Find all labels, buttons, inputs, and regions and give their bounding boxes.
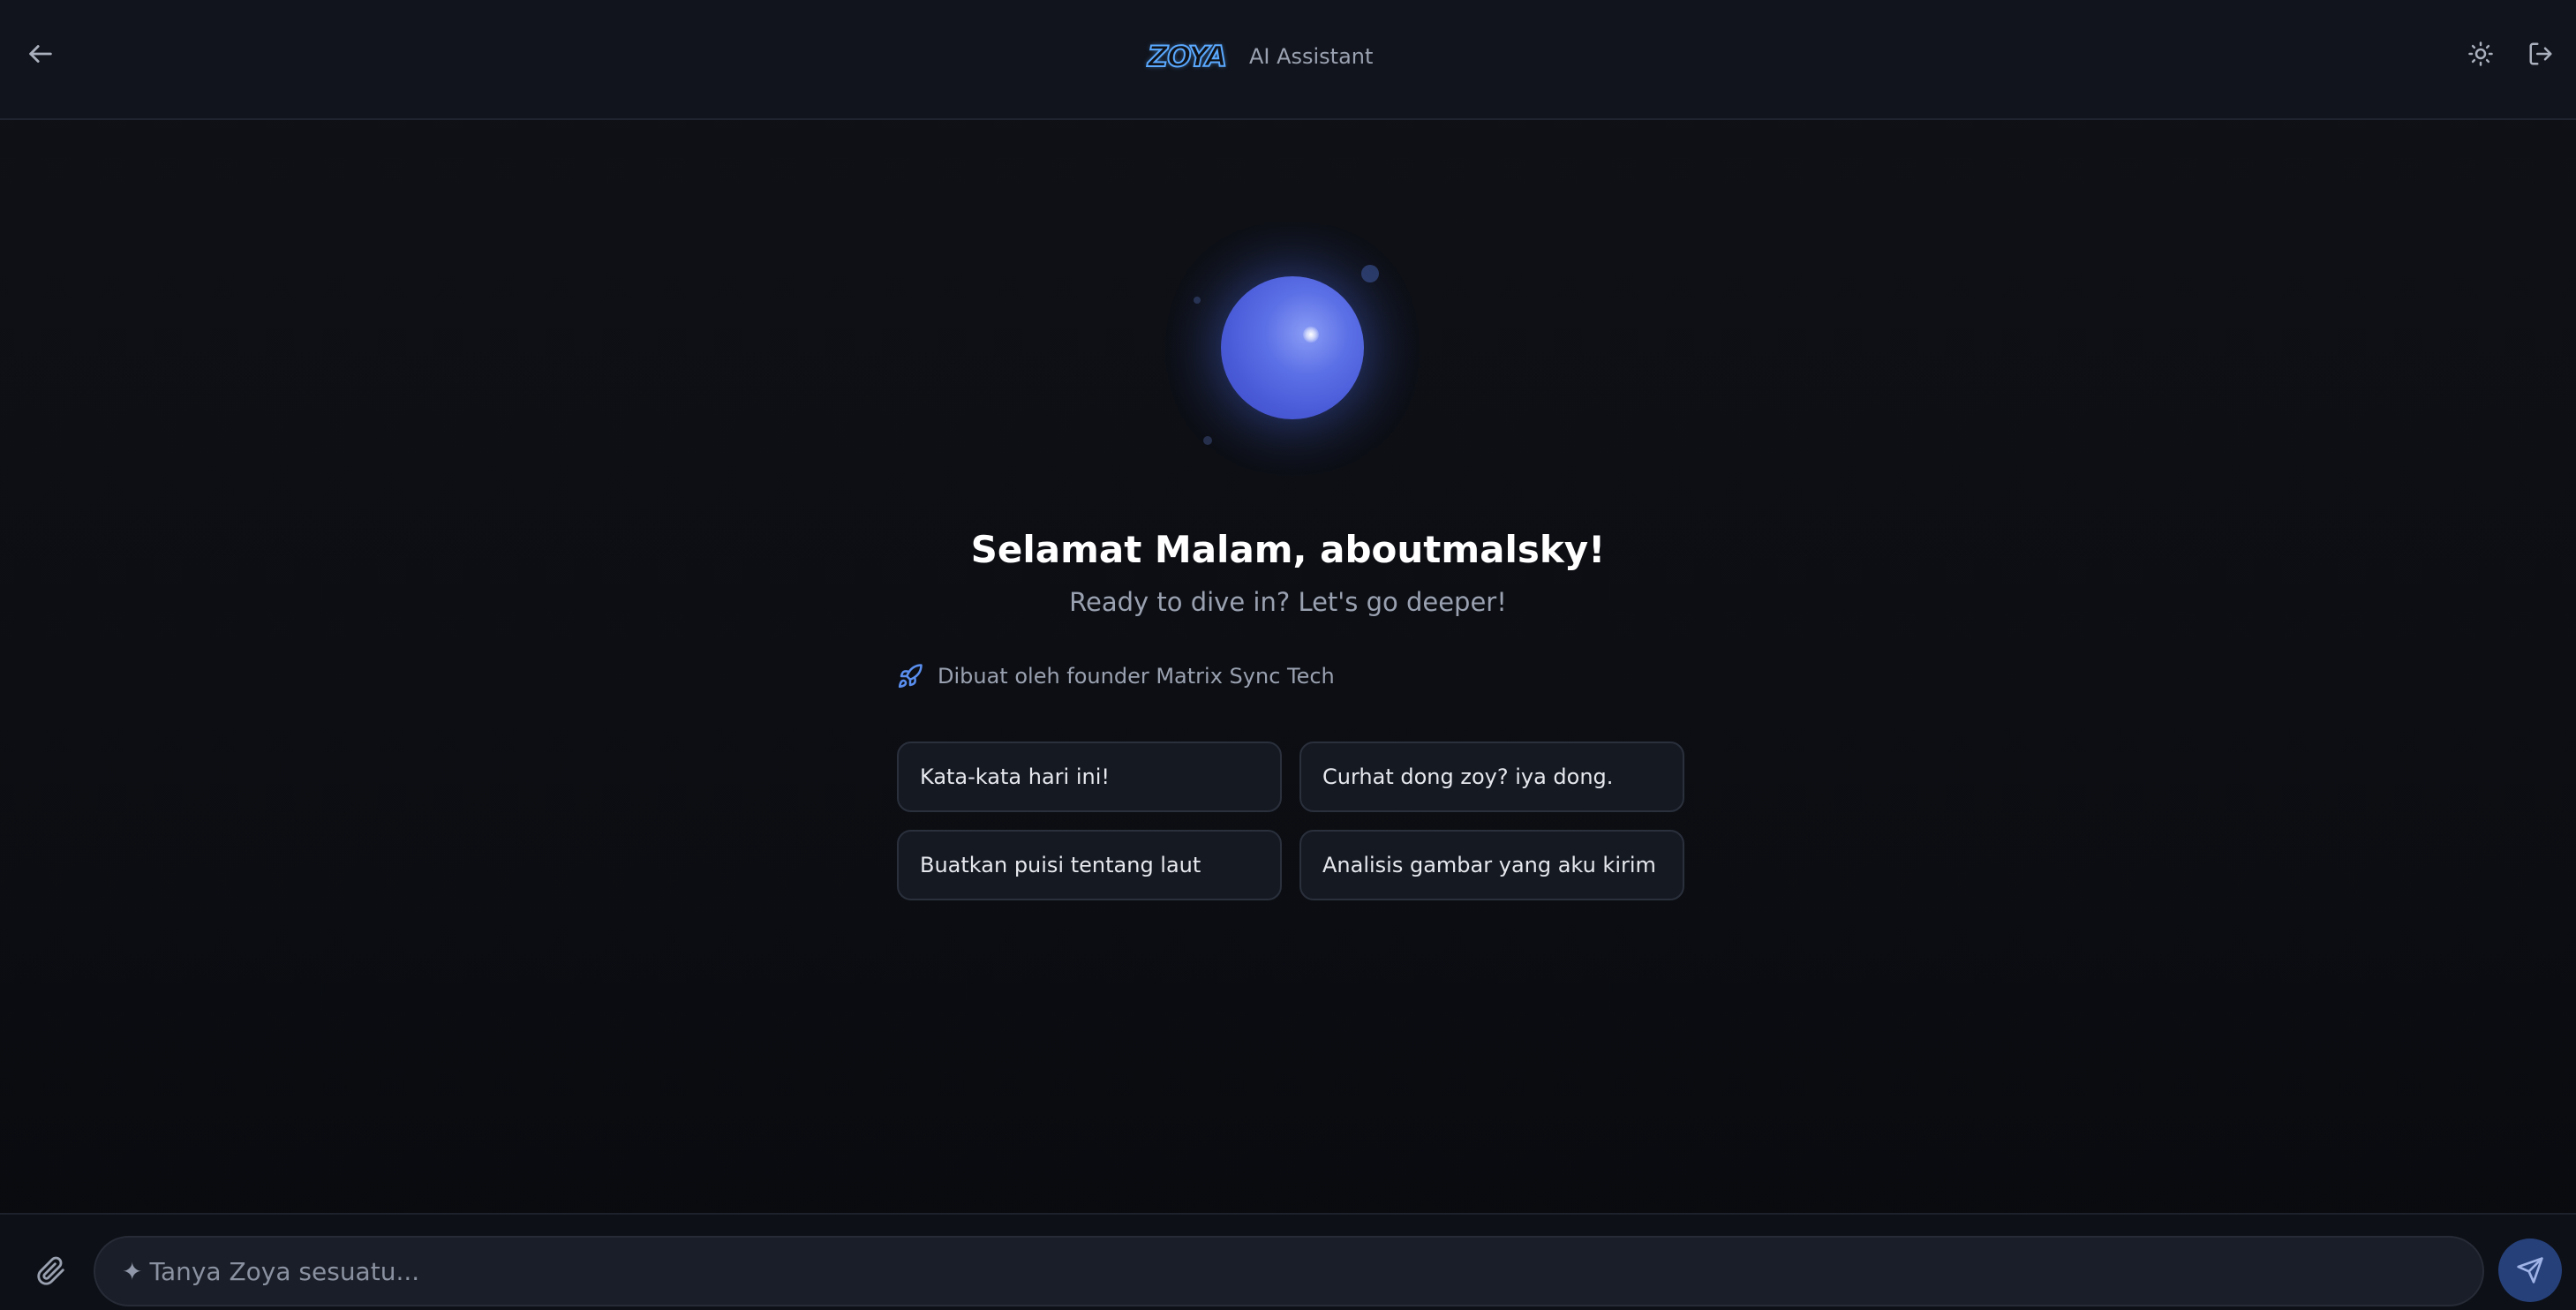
suggestion-chip[interactable]: Buatkan puisi tentang laut	[897, 830, 1282, 900]
arrow-left-icon	[29, 45, 52, 63]
credit-line: Dibuat oleh founder Matrix Sync Tech	[897, 660, 1335, 692]
sun-icon	[2468, 41, 2493, 66]
send-icon	[2517, 1257, 2543, 1284]
greeting-subtitle: Ready to dive in? Let's go deeper!	[1069, 587, 1507, 617]
header-subtitle: AI Assistant	[1248, 44, 1374, 69]
message-input[interactable]	[147, 1255, 2359, 1287]
credit-text: Dibuat oleh founder Matrix Sync Tech	[938, 664, 1335, 689]
logout-icon	[2529, 42, 2552, 65]
theme-toggle-button[interactable]	[2454, 27, 2507, 80]
attach-button[interactable]	[25, 1245, 78, 1298]
suggestion-chip[interactable]: Kata-kata hari ini!	[897, 742, 1282, 812]
logout-button[interactable]	[2514, 27, 2567, 80]
suggestion-chip[interactable]: Curhat dong zoy? iya dong.	[1299, 742, 1684, 812]
assistant-orb	[1221, 276, 1364, 419]
orb-particle	[1203, 436, 1212, 445]
orb-particle	[1194, 297, 1201, 304]
top-header: ZOYA AI Assistant	[0, 0, 2576, 120]
orb-particle	[1361, 265, 1379, 282]
suggestion-chip[interactable]: Analisis gambar yang aku kirim	[1299, 830, 1684, 900]
orb-highlight	[1303, 327, 1319, 343]
message-input-wrapper[interactable]: ✦	[94, 1236, 2484, 1306]
zoya-logo: ZOYA	[1147, 39, 1228, 74]
sparkle-icon: ✦	[122, 1256, 143, 1286]
greeting-title: Selamat Malam, aboutmalsky!	[970, 528, 1606, 571]
rocket-icon	[898, 664, 923, 689]
back-button[interactable]	[14, 27, 67, 80]
paperclip-icon	[37, 1256, 64, 1285]
send-button[interactable]	[2498, 1238, 2562, 1302]
brand: ZOYA AI Assistant	[1147, 30, 1374, 83]
